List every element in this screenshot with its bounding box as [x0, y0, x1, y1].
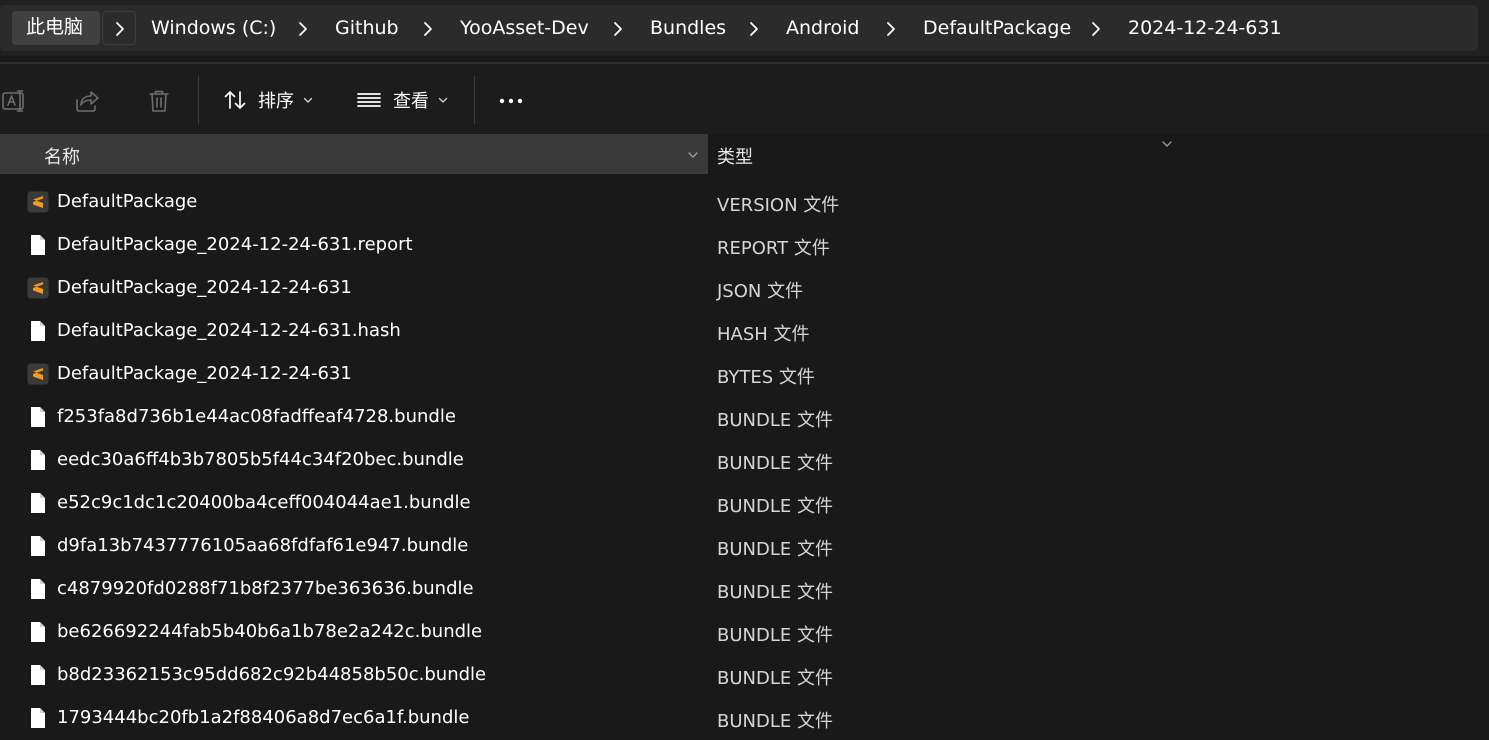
column-header-type[interactable]: 类型 [717, 143, 753, 169]
file-name: 1793444bc20fb1a2f88406a8d7ec6a1f.bundle [57, 707, 470, 728]
chevron-right-icon[interactable] [1087, 19, 1105, 39]
file-name: eedc30a6ff4b3b7805b5f44c34f20bec.bundle [57, 449, 464, 470]
file-name: c4879920fd0288f71b8f2377be363636.bundle [57, 578, 474, 599]
sort-button[interactable]: 排序 [222, 84, 314, 116]
table-row[interactable]: f253fa8d736b1e44ac08fadffeaf4728.bundle … [0, 396, 1489, 439]
breadcrumb-item-bundles[interactable]: Bundles [650, 16, 726, 42]
file-type: JSON 文件 [717, 281, 804, 302]
file-name: d9fa13b7437776105aa68fdfaf61e947.bundle [57, 535, 469, 556]
rename-icon[interactable] [0, 86, 30, 116]
chevron-down-icon [303, 97, 313, 103]
table-row[interactable]: d9fa13b7437776105aa68fdfaf61e947.bundle … [0, 525, 1489, 568]
file-type: BUNDLE 文件 [717, 582, 833, 603]
delete-icon[interactable] [144, 86, 174, 116]
file-type: VERSION 文件 [717, 195, 840, 216]
blank-file-icon [27, 449, 49, 471]
chevron-down-icon[interactable] [686, 147, 700, 166]
file-name: DefaultPackage [57, 191, 198, 212]
blank-file-icon [27, 707, 49, 729]
blank-file-icon [27, 664, 49, 686]
blank-file-icon [27, 621, 49, 643]
file-name: DefaultPackage_2024-12-24-631 [57, 277, 352, 298]
table-row[interactable]: DefaultPackage_2024-12-24-631.hash HASH … [0, 310, 1489, 353]
breadcrumb-item-this-pc[interactable]: 此电脑 [12, 11, 100, 45]
file-type: BUNDLE 文件 [717, 539, 833, 560]
chevron-right-icon[interactable] [294, 19, 312, 39]
file-name: b8d23362153c95dd682c92b44858b50c.bundle [57, 664, 487, 685]
view-label: 查看 [393, 91, 429, 112]
file-type: HASH 文件 [717, 324, 810, 345]
file-name: DefaultPackage_2024-12-24-631.report [57, 234, 413, 255]
file-type: BUNDLE 文件 [717, 410, 833, 431]
table-row[interactable]: eedc30a6ff4b3b7805b5f44c34f20bec.bundle … [0, 439, 1489, 482]
breadcrumb-item-yooasset-dev[interactable]: YooAsset-Dev [460, 16, 589, 42]
breadcrumb-item-current-folder[interactable]: 2024-12-24-631 [1128, 16, 1282, 42]
file-name: DefaultPackage_2024-12-24-631 [57, 363, 352, 384]
table-row[interactable]: DefaultPackage_2024-12-24-631 JSON 文件 [0, 267, 1489, 310]
view-icon [357, 93, 381, 107]
column-header-name[interactable]: 名称 [0, 134, 708, 174]
file-name: DefaultPackage_2024-12-24-631.hash [57, 320, 401, 341]
file-name: be626692244fab5b40b6a1b78e2a242c.bundle [57, 621, 483, 642]
sort-icon [224, 91, 246, 109]
chevron-down-icon [438, 97, 448, 103]
table-row[interactable]: be626692244fab5b40b6a1b78e2a242c.bundle … [0, 611, 1489, 654]
table-row[interactable]: e52c9c1dc1c20400ba4ceff004044ae1.bundle … [0, 482, 1489, 525]
file-name: e52c9c1dc1c20400ba4ceff004044ae1.bundle [57, 492, 471, 513]
file-type: BUNDLE 文件 [717, 496, 833, 517]
chevron-right-icon[interactable] [745, 19, 763, 39]
blank-file-icon [27, 320, 49, 342]
file-type: BYTES 文件 [717, 367, 815, 388]
table-row[interactable]: DefaultPackage_2024-12-24-631 BYTES 文件 [0, 353, 1489, 396]
table-row[interactable]: b8d23362153c95dd682c92b44858b50c.bundle … [0, 654, 1489, 697]
table-row[interactable]: 1793444bc20fb1a2f88406a8d7ec6a1f.bundle … [0, 697, 1489, 740]
sublime-file-icon [27, 363, 49, 385]
file-type: BUNDLE 文件 [717, 711, 833, 732]
file-type: BUNDLE 文件 [717, 453, 833, 474]
file-type: REPORT 文件 [717, 238, 830, 259]
column-header: 名称 类型 [0, 134, 1489, 174]
chevron-right-icon[interactable] [419, 19, 437, 39]
breadcrumb-item-defaultpackage[interactable]: DefaultPackage [923, 16, 1071, 42]
breadcrumb-item-windows-c[interactable]: Windows (C:) [151, 16, 276, 42]
share-icon[interactable] [72, 86, 102, 116]
blank-file-icon [27, 234, 49, 256]
chevron-right-icon [116, 22, 124, 36]
file-name: f253fa8d736b1e44ac08fadffeaf4728.bundle [57, 406, 456, 427]
address-bar: 此电脑 Windows (C:) Github YooAsset-Dev Bun… [0, 0, 1489, 56]
file-type: BUNDLE 文件 [717, 625, 833, 646]
blank-file-icon [27, 578, 49, 600]
chevron-right-icon[interactable] [882, 19, 900, 39]
view-button[interactable]: 查看 [355, 84, 449, 116]
command-bar: 排序 查看 [0, 64, 1489, 134]
file-type: BUNDLE 文件 [717, 668, 833, 689]
breadcrumb-item-github[interactable]: Github [335, 16, 399, 42]
breadcrumb: 此电脑 Windows (C:) Github YooAsset-Dev Bun… [0, 5, 1478, 51]
table-row[interactable]: c4879920fd0288f71b8f2377be363636.bundle … [0, 568, 1489, 611]
table-row[interactable]: DefaultPackage VERSION 文件 [0, 181, 1489, 224]
blank-file-icon [27, 406, 49, 428]
sublime-file-icon [27, 191, 49, 213]
toolbar-divider [474, 76, 475, 124]
blank-file-icon [27, 492, 49, 514]
blank-file-icon [27, 535, 49, 557]
breadcrumb-item-android[interactable]: Android [786, 16, 859, 42]
toolbar-divider [198, 76, 199, 124]
sort-label: 排序 [258, 91, 294, 112]
chevron-right-icon[interactable] [609, 19, 627, 39]
table-row[interactable]: DefaultPackage_2024-12-24-631.report REP… [0, 224, 1489, 267]
column-name-label: 名称 [44, 147, 80, 168]
more-icon[interactable] [496, 86, 526, 116]
sort-indicator-icon [1160, 134, 1174, 153]
breadcrumb-expand-button[interactable] [102, 11, 136, 45]
sublime-file-icon [27, 277, 49, 299]
